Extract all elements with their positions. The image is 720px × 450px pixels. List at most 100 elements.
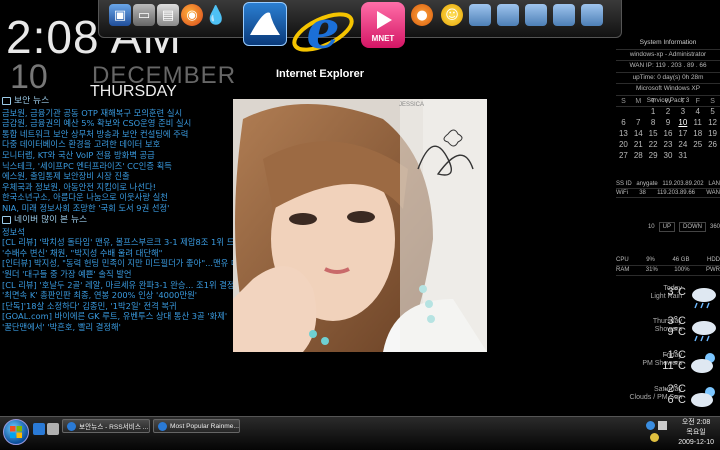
- calendar-weekday: S: [621, 98, 626, 105]
- show-desktop-icon[interactable]: [47, 423, 59, 435]
- calendar-day[interactable]: 21: [631, 140, 646, 149]
- mnet-icon[interactable]: MNET: [361, 2, 405, 48]
- calendar-weekday: M: [635, 98, 642, 105]
- taskbar-button[interactable]: Most Popular Rainme...: [153, 419, 240, 433]
- calendar-day[interactable]: 28: [631, 151, 646, 160]
- news-item[interactable]: [CL 리뷰] '박치성 돌타임' 맨유, 볼프스부르크 3-1 제압8조 1위…: [2, 237, 234, 248]
- computer-icon[interactable]: ▣: [109, 4, 131, 26]
- folder-icon[interactable]: ▤: [157, 4, 179, 26]
- news-item[interactable]: [단독]'18살 소정하다' 김종민, '1박2일' 전격 복귀: [2, 301, 234, 312]
- calendar-day[interactable]: [616, 107, 631, 116]
- calendar-day[interactable]: 19: [705, 129, 720, 138]
- tray-clock[interactable]: 오전 2:08 목요일 2009-12-10: [678, 418, 714, 448]
- folder-blue-icon[interactable]: [581, 4, 603, 26]
- ie-icon: [158, 421, 167, 431]
- windows-logo-icon: [10, 426, 22, 438]
- folder-blue-icon[interactable]: [469, 4, 491, 26]
- calendar-day[interactable]: [690, 151, 705, 160]
- calendar-day[interactable]: 8: [646, 118, 661, 127]
- book-icon: [2, 97, 11, 106]
- news-item[interactable]: '원더 '대구들 중 가장 예쁜' 솔직 발언: [2, 269, 234, 280]
- news-item[interactable]: '최면속 K' 총판인판 최종, 연봉 200% 인상 '4000만원': [2, 290, 234, 301]
- tray-date: 2009-12-10: [678, 439, 714, 446]
- news-item[interactable]: 모니터랩, KT와 국산 VoIP 전용 방화벽 공급: [2, 150, 234, 161]
- messenger-icon[interactable]: ☺: [441, 4, 463, 26]
- folder-blue-icon[interactable]: [553, 4, 575, 26]
- calendar-day[interactable]: 22: [646, 140, 661, 149]
- news-item[interactable]: [GOAL.com] 바이에른 GK 루트, 유벤투스 상대 통산 3골 '화제…: [2, 311, 234, 322]
- calendar-day[interactable]: 25: [690, 140, 705, 149]
- news-item[interactable]: 닉스테크, '세이프PC 엔터프라이즈' CC인증 획득: [2, 161, 234, 172]
- orange-ball-icon[interactable]: ●: [411, 4, 433, 26]
- news-item[interactable]: 통합 네트워크 보안 상무처 방송과 보안 컨설팅에 주력: [2, 129, 234, 140]
- calendar-day[interactable]: 7: [631, 118, 646, 127]
- calendar-day[interactable]: 31: [675, 151, 690, 160]
- calendar-day[interactable]: 29: [646, 151, 661, 160]
- firefox-icon[interactable]: ◉: [181, 4, 203, 26]
- tray-icon[interactable]: [650, 433, 659, 442]
- taskbar-button[interactable]: 보안뉴스 - RSS서비스 ...: [62, 419, 150, 433]
- folder-blue-icon[interactable]: [497, 4, 519, 26]
- water-drop-icon[interactable]: 💧: [205, 4, 227, 26]
- calendar-day[interactable]: [705, 151, 720, 160]
- news-item[interactable]: 에스원, 출입통제 보안장비 시장 진출: [2, 171, 234, 182]
- calendar-day[interactable]: 1: [646, 107, 661, 116]
- security-news-feed: 보안 뉴스 금보원, 금융기관 공동 OTP 재해복구 모의훈련 실시 금감원,…: [2, 96, 234, 214]
- calendar-day[interactable]: 11: [690, 118, 705, 127]
- calendar-day[interactable]: 10: [675, 118, 690, 127]
- calendar-day[interactable]: 15: [646, 129, 661, 138]
- calendar-day[interactable]: 26: [705, 140, 720, 149]
- network-row: SS ID anygate 119.203.89.202 LAN: [616, 180, 720, 189]
- folder-blue-icon[interactable]: [525, 4, 547, 26]
- weather-temp: 3°C: [667, 286, 686, 298]
- start-button[interactable]: [3, 419, 29, 445]
- news-item[interactable]: 우체국과 정보원, 아동안전 지킴이로 나선다!: [2, 182, 234, 193]
- shark-app-icon[interactable]: [243, 2, 287, 46]
- calendar-day[interactable]: [631, 107, 646, 116]
- upload-value: 10: [647, 224, 655, 230]
- calendar-day[interactable]: 3: [675, 107, 690, 116]
- monitor-icon[interactable]: ▭: [133, 4, 155, 26]
- calendar-day[interactable]: 12: [705, 118, 720, 127]
- calendar-day[interactable]: 17: [675, 129, 690, 138]
- calendar-day[interactable]: 9: [661, 118, 676, 127]
- weather-temp-low: 6°C: [667, 394, 686, 406]
- usage-cell: HDD: [707, 257, 720, 263]
- volume-tray-icon[interactable]: [658, 421, 667, 430]
- calendar-day[interactable]: 30: [661, 151, 676, 160]
- calendar-day[interactable]: 23: [661, 140, 676, 149]
- news-item[interactable]: 다중 데이터베이스 환경을 고려한 데이터 보호: [2, 139, 234, 150]
- news-item[interactable]: 한국소년구소, 아름다운 나눔으로 이웃사랑 실천: [2, 192, 234, 203]
- ie-quicklaunch-icon[interactable]: [33, 423, 45, 435]
- book-icon: [2, 216, 11, 225]
- calendar-day[interactable]: 5: [705, 107, 720, 116]
- network-tray-icon[interactable]: [646, 421, 655, 430]
- news-item[interactable]: NIA, 미래 정보사회 조망한 '국회 도서 9권 선정': [2, 203, 234, 214]
- calendar-day[interactable]: 13: [616, 129, 631, 138]
- calendar-day[interactable]: 6: [616, 118, 631, 127]
- network-cell: WAN: [706, 190, 720, 196]
- news-item[interactable]: 금보원, 금융기관 공동 OTP 재해복구 모의훈련 실시: [2, 108, 234, 119]
- usage-row: CPU 9% 46 GB HDD: [616, 256, 720, 266]
- calendar-day[interactable]: 24: [675, 140, 690, 149]
- taskbar: 보안뉴스 - RSS서비스 ... Most Popular Rainme...…: [0, 416, 720, 450]
- ie-icon: [67, 421, 76, 431]
- weather-temp-low: 11°C: [662, 360, 686, 372]
- usage-cell: PWR: [705, 267, 720, 273]
- network-cell: SS ID: [616, 181, 632, 187]
- calendar-day[interactable]: 20: [616, 140, 631, 149]
- sysinfo-title: System Information: [616, 38, 720, 50]
- internet-explorer-icon[interactable]: e: [291, 0, 355, 62]
- calendar-day[interactable]: 4: [690, 107, 705, 116]
- calendar-day[interactable]: 27: [616, 151, 631, 160]
- calendar-day[interactable]: 18: [690, 129, 705, 138]
- news-item[interactable]: '수배수 변신' 채원, "박지성 수배 울려 대단해": [2, 248, 234, 259]
- news-item[interactable]: [CL 리뷰] '호날두 2골' 레알, 마르세유 완파3-1 완승... 조1…: [2, 280, 234, 291]
- calendar-day[interactable]: 2: [661, 107, 676, 116]
- news-item[interactable]: 정보석: [2, 227, 234, 238]
- calendar-day[interactable]: 16: [661, 129, 676, 138]
- calendar-day[interactable]: 14: [631, 129, 646, 138]
- news-item[interactable]: [인터뷰] 박지성, "동력 헌팅 민족이 지만 미드필더가 좋아"...맨유 …: [2, 258, 234, 269]
- news-item[interactable]: 금감원, 금융권의 예산 5% 확보와 CSO운영 준비 실시: [2, 118, 234, 129]
- news-item[interactable]: '꿀단맨에서' '박흔호, 빨리 결정해': [2, 322, 234, 333]
